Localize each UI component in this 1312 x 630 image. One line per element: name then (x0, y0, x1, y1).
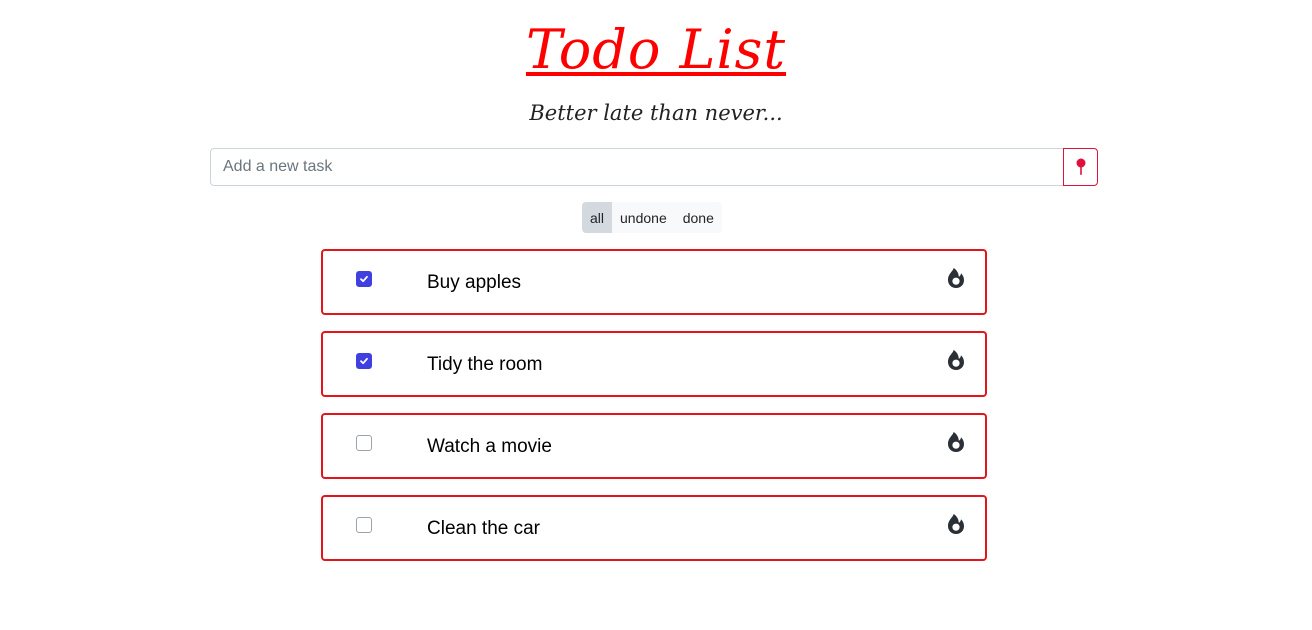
add-task-form (210, 148, 1098, 186)
task-item: Tidy the room (321, 331, 987, 397)
fire-icon[interactable] (945, 512, 967, 536)
checkmark-icon (360, 275, 368, 283)
task-checkbox[interactable] (356, 517, 372, 533)
todo-page: Todo List Better late than never... all … (0, 0, 1312, 630)
task-list: Buy apples Tidy the room Watch a movie C… (321, 249, 987, 577)
task-item: Watch a movie (321, 413, 987, 479)
task-checkbox[interactable] (356, 435, 372, 451)
task-text: Tidy the room (427, 354, 543, 375)
checkmark-icon (360, 357, 368, 365)
add-task-button[interactable] (1063, 148, 1098, 186)
fire-icon[interactable] (945, 430, 967, 454)
task-text: Clean the car (427, 518, 541, 539)
filter-button-group: all undone done (582, 202, 722, 233)
new-task-input[interactable] (210, 148, 1063, 186)
fire-icon[interactable] (945, 266, 967, 290)
fire-icon[interactable] (945, 348, 967, 372)
task-text: Watch a movie (427, 436, 552, 457)
task-item: Clean the car (321, 495, 987, 561)
filter-undone-button[interactable]: undone (612, 202, 675, 233)
task-checkbox[interactable] (356, 353, 372, 369)
page-subtitle: Better late than never... (529, 101, 783, 125)
filter-all-button[interactable]: all (582, 202, 613, 233)
pin-icon (1076, 158, 1085, 175)
task-checkbox[interactable] (356, 271, 372, 287)
task-text: Buy apples (427, 272, 522, 293)
task-item: Buy apples (321, 249, 987, 315)
filter-done-button[interactable]: done (674, 202, 722, 233)
page-title: Todo List (525, 18, 787, 81)
